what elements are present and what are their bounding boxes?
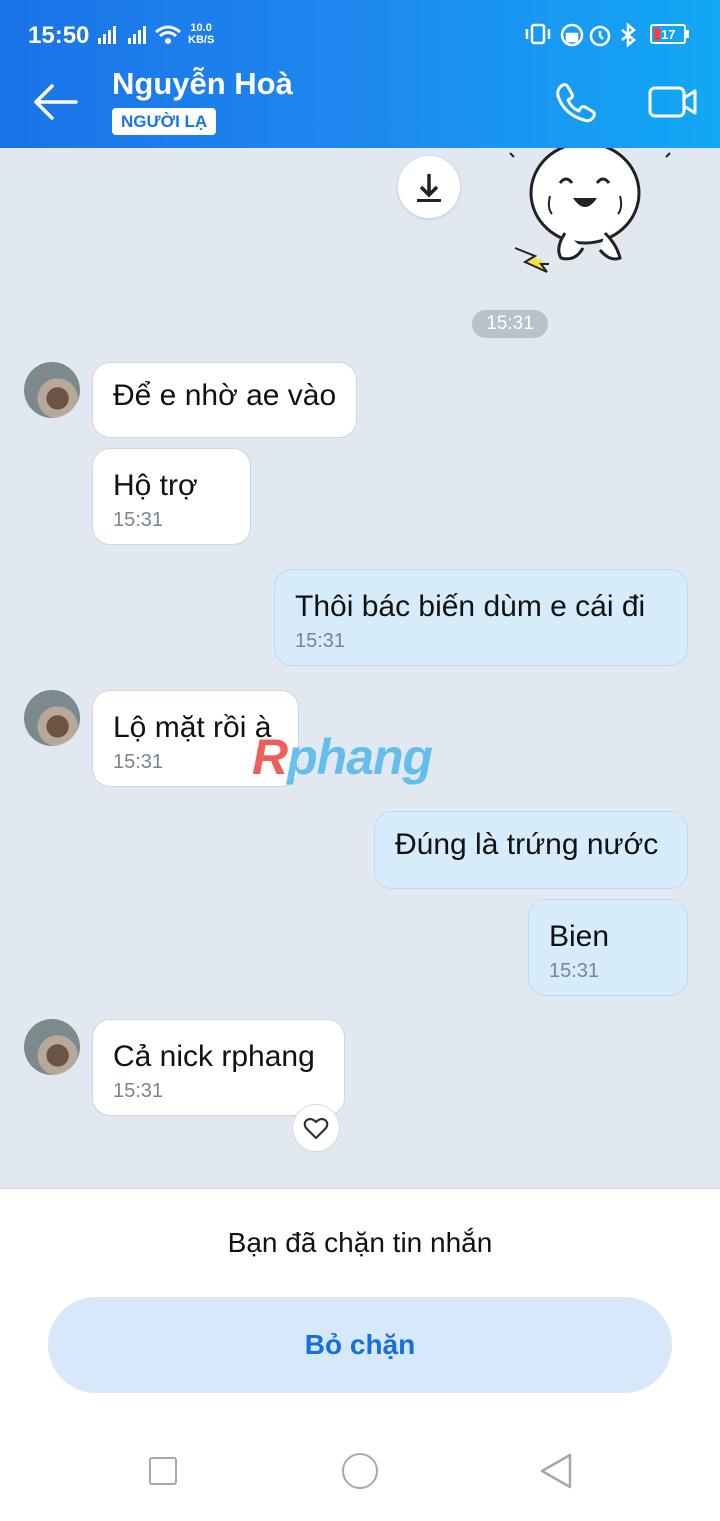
nav-back-icon[interactable] — [538, 1452, 574, 1490]
message-bubble[interactable]: Hộ trợ 15:31 — [92, 448, 251, 545]
message-time: 15:31 — [113, 1080, 164, 1102]
stranger-badge: NGƯỜI LẠ — [112, 108, 217, 135]
unblock-button[interactable]: Bỏ chặn — [48, 1297, 672, 1393]
message-text: Để e nhờ ae vào — [113, 379, 337, 412]
status-bar: 15:50 10.0 KB/S 17 — [0, 0, 720, 56]
avatar[interactable] — [24, 362, 80, 418]
recent-apps-button[interactable] — [149, 1457, 177, 1485]
timestamp-chip: 15:31 — [472, 310, 548, 338]
arrow-left-icon[interactable] — [30, 82, 80, 122]
lock-rotation-icon — [560, 23, 584, 47]
message-bubble[interactable]: Bien 15:31 — [528, 899, 688, 996]
bluetooth-icon — [621, 22, 636, 48]
message-time: 15:31 — [113, 509, 164, 531]
message-bubble[interactable]: Để e nhờ ae vào — [92, 362, 357, 438]
avatar[interactable] — [24, 1019, 80, 1075]
message-text: Cả nick rphang — [113, 1040, 315, 1073]
avatar[interactable] — [24, 690, 80, 746]
alarm-icon — [589, 25, 611, 47]
vibrate-icon — [525, 23, 551, 45]
battery-percent: 17 — [661, 27, 676, 42]
download-button[interactable] — [398, 156, 460, 218]
signal-icon — [98, 25, 181, 44]
message-bubble[interactable]: Cả nick rphang 15:31 — [92, 1019, 345, 1116]
status-time: 15:50 — [28, 22, 90, 49]
blocked-message: Bạn đã chặn tin nhắn — [227, 1227, 493, 1258]
watermark-text: Rphang — [252, 729, 433, 785]
contact-name[interactable]: Nguyễn Hoà — [112, 66, 293, 102]
battery-icon: 17 — [650, 24, 686, 44]
net-speed: 10.0 KB/S — [188, 22, 214, 46]
message-text: Đúng là trứng nước — [395, 828, 659, 861]
message-bubble[interactable]: Đúng là trứng nước — [374, 811, 688, 889]
message-text: Bien — [549, 920, 610, 953]
react-button[interactable] — [292, 1104, 340, 1152]
watermark: Rphang — [252, 728, 433, 786]
sticker-image[interactable] — [505, 148, 675, 283]
home-button[interactable] — [342, 1453, 378, 1489]
battery-cap — [686, 30, 689, 38]
chat-area[interactable]: 15:31 Để e nhờ ae vào Hộ trợ 15:31 Thôi … — [0, 148, 720, 1188]
phone-icon[interactable] — [554, 80, 598, 124]
message-time: 15:31 — [295, 630, 346, 652]
net-speed-value: 10.0 — [190, 22, 212, 34]
heart-icon — [303, 1117, 329, 1140]
message-text: Hộ trợ — [113, 469, 198, 502]
net-speed-unit: KB/S — [188, 34, 215, 46]
download-icon — [417, 174, 441, 202]
battery-level — [654, 28, 660, 40]
message-bubble[interactable]: Thôi bác biến dùm e cái đi 15:31 — [274, 569, 688, 666]
video-camera-icon[interactable] — [648, 82, 698, 122]
message-time: 15:31 — [549, 960, 600, 982]
status-icons — [525, 22, 636, 48]
message-text: Thôi bác biến dùm e cái đi — [295, 590, 646, 623]
